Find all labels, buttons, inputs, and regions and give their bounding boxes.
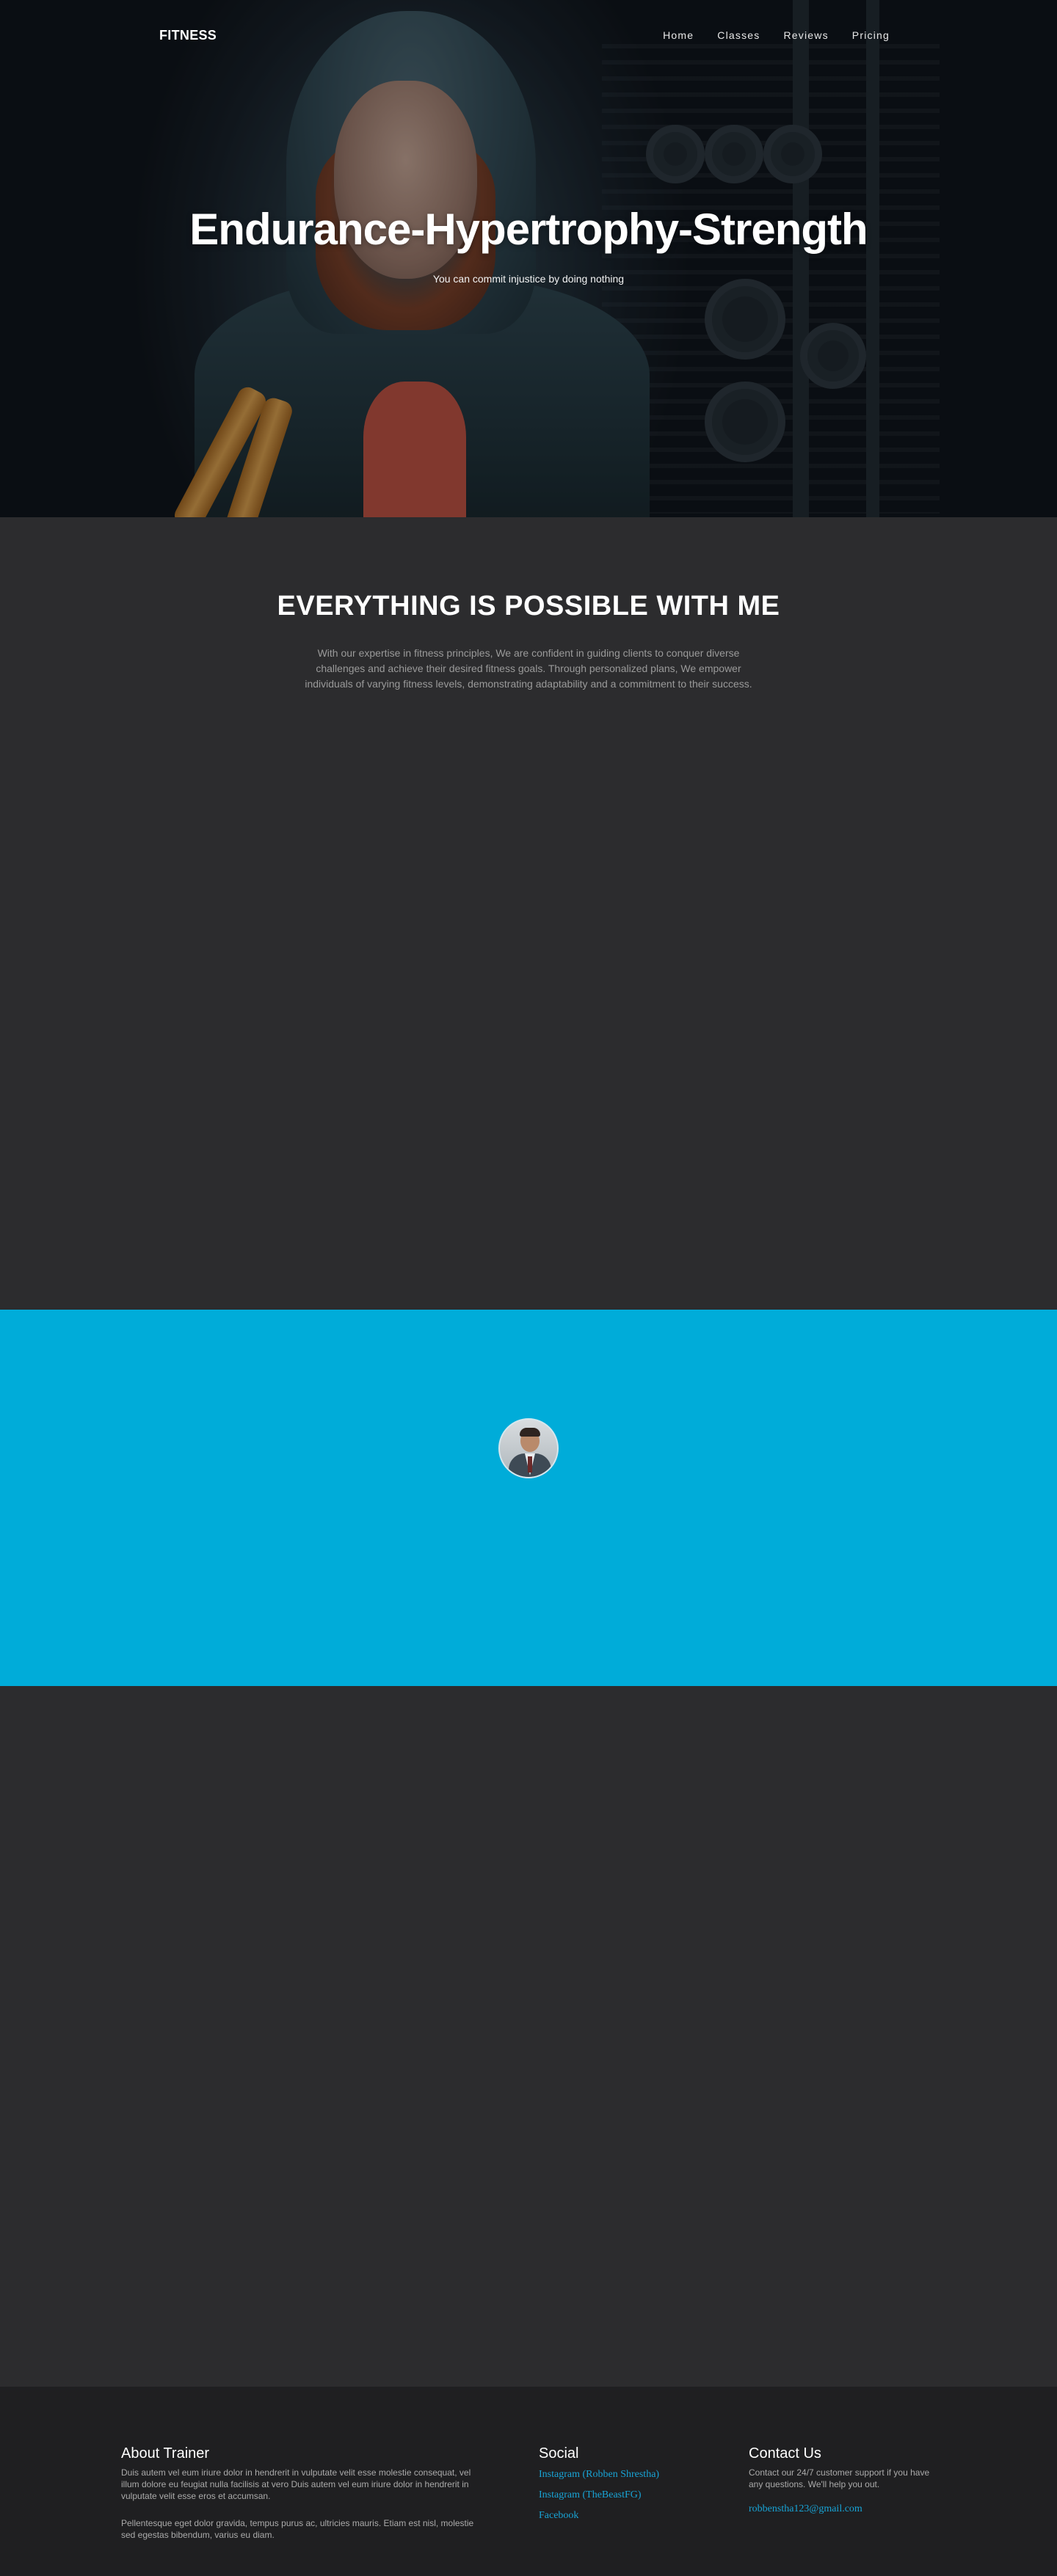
footer: About Trainer Duis autem vel eum iriure … [0,2387,1057,2576]
trainer-avatar [498,1418,559,1478]
footer-about: About Trainer Duis autem vel eum iriure … [121,2445,481,2541]
footer-about-text-2: Pellentesque eget dolor gravida, tempus … [121,2518,474,2540]
social-link-facebook[interactable]: Facebook [539,2508,715,2524]
nav-item-reviews[interactable]: Reviews [783,29,828,41]
footer-about-heading: About Trainer [121,2445,210,2462]
avatar-hair [520,1428,540,1437]
footer-contact-text: Contact our 24/7 customer support if you… [749,2467,930,2489]
contact-email-link[interactable]: robbenstha123@gmail.com [749,2503,940,2515]
trainer-section [0,1310,1057,1686]
nav-menu: Home Classes Reviews Pricing [663,29,890,41]
social-link-instagram-thebeastfg[interactable]: Instagram (TheBeastFG) [539,2487,715,2503]
avatar-tie [528,1456,532,1473]
about-text: With our expertise in fitness principles… [305,647,752,690]
hero-overlay [0,0,1057,517]
brand-logo[interactable]: FITNESS [159,28,217,43]
footer-contact: Contact Us Contact our 24/7 customer sup… [749,2445,940,2515]
social-link-instagram-robben[interactable]: Instagram (Robben Shrestha) [539,2467,715,2483]
hero-section: FITNESS Home Classes Reviews Pricing End… [0,0,1057,517]
nav-item-pricing[interactable]: Pricing [852,29,890,41]
about-heading: EVERYTHING IS POSSIBLE WITH ME [277,591,780,621]
empty-section [0,1686,1057,2387]
about-section: EVERYTHING IS POSSIBLE WITH ME With our … [0,517,1057,1310]
footer-contact-heading: Contact Us [749,2445,821,2462]
top-nav: FITNESS Home Classes Reviews Pricing [0,0,1057,73]
hero-subtitle: You can commit injustice by doing nothin… [432,273,625,285]
hero-title: Endurance-Hypertrophy-Strength [189,205,868,254]
nav-item-home[interactable]: Home [663,29,694,41]
footer-social: Social Instagram (Robben Shrestha) Insta… [539,2445,715,2524]
footer-about-text-1: Duis autem vel eum iriure dolor in hendr… [121,2467,471,2501]
nav-item-classes[interactable]: Classes [717,29,760,41]
footer-social-heading: Social [539,2445,579,2462]
